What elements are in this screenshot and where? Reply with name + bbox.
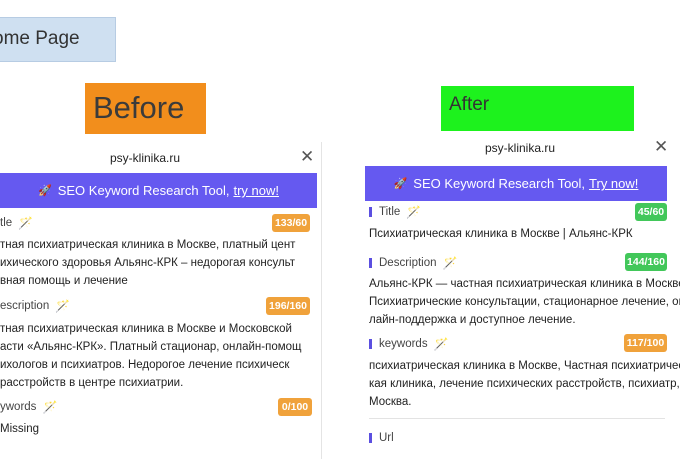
- after-seo-panel: psy-klinika.ru ✕ 🚀 SEO Keyword Research …: [365, 135, 680, 459]
- keywords-label-text: ywords: [0, 401, 37, 413]
- magic-wand-icon[interactable]: 🪄: [434, 337, 449, 351]
- section-marker: [369, 258, 372, 268]
- banner-try-link[interactable]: try now!: [233, 183, 279, 198]
- after-tag: After: [441, 86, 634, 131]
- rocket-icon: 🚀: [393, 178, 408, 190]
- title-label: Title 🪄: [369, 205, 421, 219]
- url-label-text: Url: [379, 432, 394, 444]
- banner-try-link[interactable]: Try now!: [589, 176, 638, 191]
- keywords-value: Missing: [0, 423, 39, 435]
- keywords-length-badge: 0/100: [278, 398, 312, 416]
- description-label-text: escription: [0, 300, 50, 312]
- before-tag: Before: [85, 83, 206, 134]
- section-marker: [369, 339, 372, 349]
- keywords-text-line: кая клиника, лечение психических расстро…: [369, 378, 680, 390]
- magic-wand-icon[interactable]: 🪄: [55, 299, 70, 313]
- description-text-line: тная психиатрическая клиника в Москве и …: [0, 323, 292, 335]
- title-label-text: Title: [379, 206, 401, 218]
- description-text-line: Альянс-КРК — частная психиатрическая кли…: [369, 278, 680, 290]
- close-icon[interactable]: ✕: [300, 148, 314, 165]
- keywords-label-text: keywords: [379, 338, 428, 350]
- description-text-line: ихологов и психиатров. Недорогое лечение…: [0, 359, 290, 371]
- before-tag-text: Before: [93, 90, 185, 125]
- description-text-line: расстройств в центре психиатрии.: [0, 377, 184, 389]
- keywords-text-line: психиатрическая клиника в Москве, Частна…: [369, 360, 680, 372]
- description-length-badge: 144/160: [625, 253, 667, 271]
- title-label-text: tle: [0, 217, 13, 229]
- description-text-line: лайн-поддержка и доступное лечение.: [369, 314, 576, 326]
- title-length-badge: 45/60: [635, 203, 667, 221]
- description-text-line: Психиатрические консультации, стационарн…: [369, 296, 680, 308]
- description-label: escription 🪄: [0, 299, 70, 313]
- url-label: Url: [369, 432, 394, 444]
- keywords-text-line: Москва.: [369, 396, 412, 408]
- seo-tool-banner[interactable]: 🚀 SEO Keyword Research Tool, try now!: [0, 173, 317, 208]
- rocket-icon: 🚀: [38, 185, 52, 197]
- keywords-label: keywords 🪄: [369, 337, 449, 351]
- title-text-line: ихического здоровья Альянс-КРК – недорог…: [0, 257, 296, 269]
- title-label: tle 🪄: [0, 216, 33, 230]
- site-domain: psy-klinika.ru: [110, 151, 181, 165]
- title-text-line: вная помощь и лечение: [0, 275, 128, 287]
- home-page-tag-text: ome Page: [0, 28, 80, 49]
- magic-wand-icon[interactable]: 🪄: [42, 400, 57, 414]
- home-page-tag: ome Page: [0, 17, 116, 62]
- close-icon[interactable]: ✕: [654, 138, 668, 155]
- magic-wand-icon[interactable]: 🪄: [443, 256, 458, 270]
- title-text-line: тная психиатрическая клиника в Москве, п…: [0, 239, 296, 251]
- keywords-length-badge: 117/100: [624, 334, 667, 352]
- description-text-line: асти «Альянс-КРК». Платный стационар, он…: [0, 341, 302, 353]
- magic-wand-icon[interactable]: 🪄: [406, 205, 421, 219]
- section-marker: [369, 433, 372, 443]
- title-text-line: Психиатрическая клиника в Москве | Альян…: [369, 228, 633, 240]
- seo-tool-banner[interactable]: 🚀 SEO Keyword Research Tool, Try now!: [365, 166, 667, 201]
- banner-text: SEO Keyword Research Tool,: [57, 183, 230, 198]
- magic-wand-icon[interactable]: 🪄: [18, 216, 33, 230]
- description-length-badge: 196/160: [266, 297, 310, 315]
- banner-text: SEO Keyword Research Tool,: [413, 176, 586, 191]
- title-length-badge: 133/60: [272, 214, 310, 232]
- section-marker: [369, 207, 372, 217]
- description-label: Description 🪄: [369, 256, 457, 270]
- keywords-label: ywords 🪄: [0, 400, 57, 414]
- description-label-text: Description: [379, 257, 437, 269]
- site-domain: psy-klinika.ru: [485, 141, 556, 155]
- after-tag-text: After: [449, 94, 490, 115]
- before-seo-panel: psy-klinika.ru ✕ 🚀 SEO Keyword Research …: [0, 142, 322, 459]
- section-divider: [369, 418, 665, 419]
